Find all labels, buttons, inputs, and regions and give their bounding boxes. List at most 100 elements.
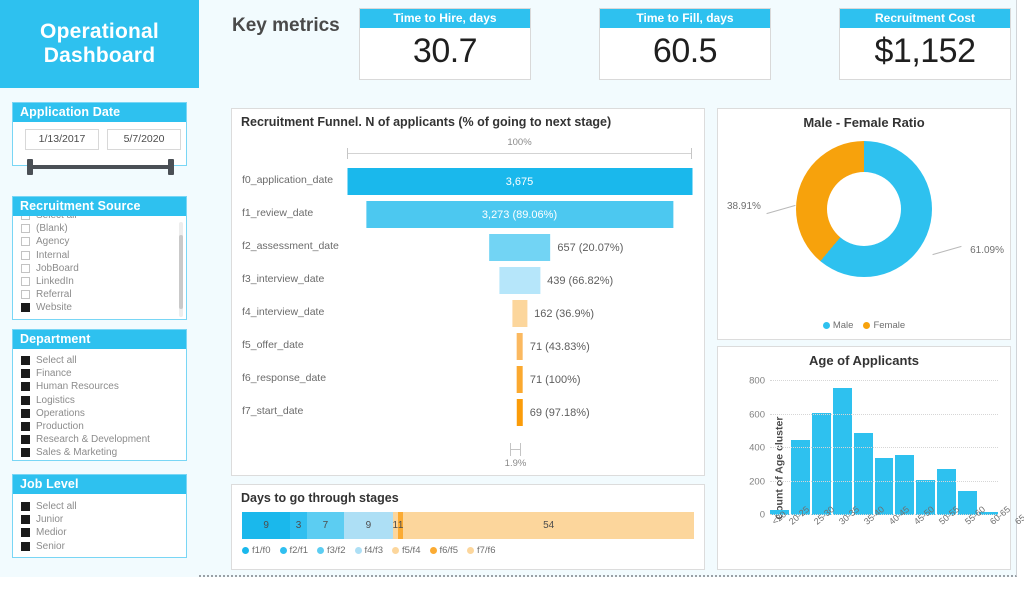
funnel-row[interactable]: f6_response_date 71 (100%) xyxy=(242,363,694,396)
days-legend-item[interactable]: f1/f0 xyxy=(242,545,271,556)
funnel-bar[interactable]: 3,675 xyxy=(347,168,692,195)
slicer-department[interactable]: Department Select all Finance Human Resour… xyxy=(12,329,187,461)
funnel-category-label: f0_application_date xyxy=(242,174,334,186)
funnel-bar-value: 3,273 (89.06%) xyxy=(481,208,558,221)
department-item[interactable]: Sales & Marketing xyxy=(21,446,180,459)
recruitment-source-item[interactable]: Internal xyxy=(21,249,180,262)
donut-legend-item[interactable]: Male xyxy=(822,320,853,331)
job-level-item[interactable]: Select all xyxy=(21,500,180,513)
checkbox-icon[interactable] xyxy=(21,290,30,300)
funnel-row[interactable]: f7_start_date 69 (97.18%) xyxy=(242,396,694,429)
department-label: Finance xyxy=(36,368,72,380)
funnel-bar[interactable] xyxy=(498,267,541,294)
donut-chart[interactable] xyxy=(796,141,932,277)
checkbox-icon[interactable] xyxy=(21,382,30,392)
department-item[interactable]: Research & Development xyxy=(21,433,180,446)
checkbox-icon[interactable] xyxy=(21,448,30,458)
recruitment-source-scrollbar[interactable] xyxy=(179,222,183,317)
funnel-row[interactable]: f5_offer_date 71 (43.83%) xyxy=(242,330,694,363)
checkbox-icon[interactable] xyxy=(21,502,30,512)
funnel-row[interactable]: f2_assessment_date 657 (20.07%) xyxy=(242,231,694,264)
slicer-application-date[interactable]: Application Date 1/13/2017 5/7/2020 xyxy=(12,102,187,175)
histogram-bars[interactable] xyxy=(770,381,998,515)
funnel-row[interactable]: f4_interview_date 162 (36.9%) xyxy=(242,297,694,330)
donut-legend-item[interactable]: Female xyxy=(863,320,905,331)
recruitment-source-label: Internal xyxy=(36,249,70,261)
department-item[interactable]: Human Resources xyxy=(21,380,180,393)
slicer-job-level[interactable]: Job Level Select all Junior Medior Senior xyxy=(12,474,187,558)
days-legend-item[interactable]: f7/f6 xyxy=(467,545,496,556)
days-segment[interactable]: 9 xyxy=(344,512,393,539)
funnel-bar-value: 162 (36.9%) xyxy=(534,307,595,320)
department-item[interactable]: Production xyxy=(21,420,180,433)
funnel-bar[interactable]: 3,273 (89.06%) xyxy=(365,201,674,228)
date-start-input[interactable]: 1/13/2017 xyxy=(25,129,99,150)
job-level-item[interactable]: Junior xyxy=(21,513,180,526)
checkbox-icon[interactable] xyxy=(21,422,30,432)
date-range-slider[interactable] xyxy=(27,159,174,175)
histogram-bar[interactable] xyxy=(790,439,810,515)
checkbox-icon[interactable] xyxy=(21,515,30,525)
days-legend-item[interactable]: f3/f2 xyxy=(317,545,346,556)
recruitment-source-item[interactable]: Agency xyxy=(21,235,180,248)
days-segment[interactable]: 9 xyxy=(242,512,291,539)
slicer-recruitment-source[interactable]: Recruitment Source Select all (Blank)Agen… xyxy=(12,196,187,320)
checkbox-icon[interactable] xyxy=(21,541,30,551)
funnel-row[interactable]: f3_interview_date 439 (66.82%) xyxy=(242,264,694,297)
days-legend-item[interactable]: f6/f5 xyxy=(429,545,458,556)
job-level-item[interactable]: Senior xyxy=(21,540,180,553)
department-list[interactable]: Select all Finance Human Resources Logistic… xyxy=(21,354,180,460)
department-item[interactable]: Operations xyxy=(21,407,180,420)
job-level-list[interactable]: Select all Junior Medior Senior xyxy=(21,500,180,553)
checkbox-icon[interactable] xyxy=(21,369,30,379)
recruitment-source-item[interactable]: JobBoard xyxy=(21,262,180,275)
checkbox-icon[interactable] xyxy=(21,277,30,287)
funnel-bar[interactable] xyxy=(516,366,523,393)
checkbox-icon[interactable] xyxy=(21,237,30,247)
checkbox-icon[interactable] xyxy=(21,263,30,273)
checkbox-icon[interactable] xyxy=(21,408,30,418)
funnel-row[interactable]: f0_application_date 3,675 xyxy=(242,165,694,198)
scrollbar-thumb[interactable] xyxy=(179,235,183,310)
slider-handle-end[interactable] xyxy=(168,159,174,175)
days-stacked-bar[interactable]: 9 3 7 9 1 1 54 xyxy=(242,512,694,539)
days-segment[interactable]: 7 xyxy=(306,512,345,539)
department-item[interactable]: Logistics xyxy=(21,394,180,407)
funnel-bar[interactable] xyxy=(511,300,528,327)
department-item[interactable]: Finance xyxy=(21,367,180,380)
histogram-bar[interactable] xyxy=(832,387,852,515)
date-end-input[interactable]: 5/7/2020 xyxy=(107,129,181,150)
checkbox-icon[interactable] xyxy=(21,395,30,405)
department-label: Sales & Marketing xyxy=(36,447,118,459)
funnel-bar[interactable] xyxy=(516,399,523,426)
checkbox-icon[interactable] xyxy=(21,303,30,313)
histogram-bar[interactable] xyxy=(853,432,873,515)
recruitment-source-item[interactable]: (Blank) xyxy=(21,222,180,235)
checkbox-icon[interactable] xyxy=(21,356,30,366)
checkbox-icon[interactable] xyxy=(21,250,30,260)
gridline: 200 xyxy=(749,476,998,487)
department-item[interactable]: Select all xyxy=(21,354,180,367)
funnel-bar[interactable] xyxy=(488,234,551,261)
recruitment-source-item[interactable]: LinkedIn xyxy=(21,275,180,288)
legend-dot-icon xyxy=(317,547,324,554)
checkbox-icon[interactable] xyxy=(21,224,30,234)
recruitment-source-item[interactable]: Referral xyxy=(21,288,180,301)
checkbox-icon[interactable] xyxy=(21,216,30,221)
days-legend-item[interactable]: f2/f1 xyxy=(279,545,308,556)
slider-handle-start[interactable] xyxy=(27,159,33,175)
checkbox-icon[interactable] xyxy=(21,435,30,445)
days-legend-item[interactable]: f5/f4 xyxy=(392,545,421,556)
days-segment[interactable]: 3 xyxy=(290,512,307,539)
histogram-bar[interactable] xyxy=(811,412,831,515)
days-legend-item[interactable]: f4/f3 xyxy=(354,545,383,556)
recruitment-source-item[interactable]: Website xyxy=(21,301,180,314)
funnel-bar[interactable] xyxy=(516,333,523,360)
donut-legend: Male Female xyxy=(718,320,1010,331)
recruitment-source-list[interactable]: Select all (Blank)AgencyInternalJobBoard L… xyxy=(21,216,180,315)
job-level-item[interactable]: Medior xyxy=(21,526,180,539)
kpi-caption: Recruitment Cost xyxy=(840,9,1010,28)
funnel-row[interactable]: f1_review_date 3,273 (89.06%) xyxy=(242,198,694,231)
days-segment[interactable]: 54 xyxy=(403,512,694,539)
checkbox-icon[interactable] xyxy=(21,528,30,538)
